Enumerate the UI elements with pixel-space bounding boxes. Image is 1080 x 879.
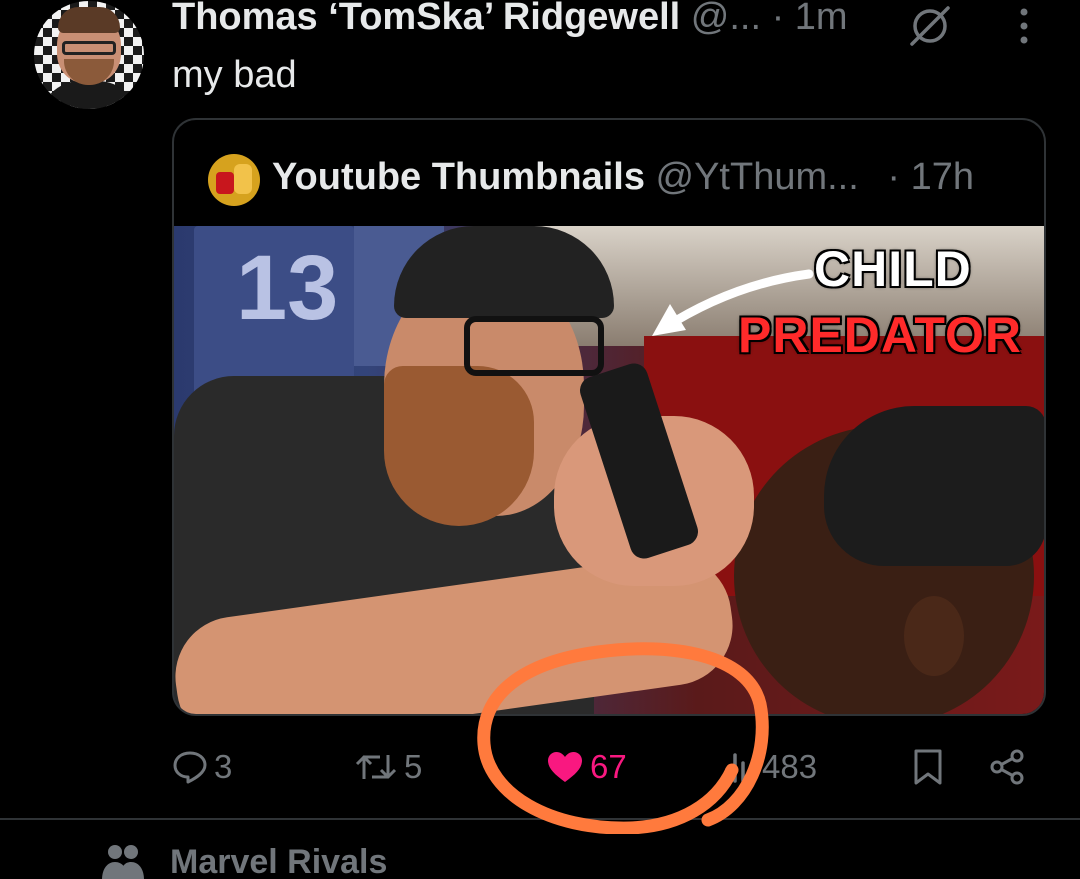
quote-header: Youtube Thumbnails @YtThum... · 17h [272,154,974,200]
views-count: 483 [762,748,818,785]
repost-icon [355,755,397,779]
reply-button[interactable]: 3 [172,744,232,790]
quote-author-handle[interactable]: @YtThum... [656,156,859,198]
tweet-time[interactable]: 1m [795,0,848,38]
more-options-icon[interactable] [1016,6,1032,46]
views-chart-icon [725,753,753,783]
thumbnail-caption-line2: PREDATOR [738,307,1022,363]
author-avatar[interactable] [34,1,144,109]
like-button[interactable]: 67 [546,744,627,790]
next-tweet-context[interactable]: Marvel Rivals [100,842,387,879]
share-icon [990,749,1024,785]
thumbnail-caption-line1: CHILD [814,241,972,297]
community-icon [102,845,144,879]
header-separator: · [771,0,785,38]
grok-icon[interactable] [906,2,954,50]
share-button[interactable] [988,744,1026,790]
reply-icon [173,751,207,784]
quote-tweet-card[interactable]: Youtube Thumbnails @YtThum... · 17h 13 C… [172,118,1046,716]
quote-author-name[interactable]: Youtube Thumbnails [272,156,645,198]
tweet-divider [0,818,1080,820]
views-button[interactable]: 483 [722,744,817,790]
author-name[interactable]: Thomas ‘TomSka’ Ridgewell [172,0,680,38]
jersey-number: 13 [236,237,339,339]
like-count: 67 [590,748,627,785]
bookmark-button[interactable] [912,744,944,790]
repost-button[interactable]: 5 [354,744,422,790]
quote-author-avatar[interactable] [208,154,260,206]
tweet-text: my bad [172,54,297,96]
tweet-screenshot: { "tweet": { "author_name": "Thomas ‘Tom… [0,0,1080,879]
quote-thumbnail-image[interactable]: 13 CHILD PREDATOR [174,226,1044,714]
community-label: Marvel Rivals [170,842,388,879]
author-handle[interactable]: @... [691,0,761,38]
repost-count: 5 [404,748,423,785]
reply-count: 3 [214,748,233,785]
quote-time[interactable]: · 17h [887,156,974,198]
heart-filled-icon [548,752,582,782]
bookmark-icon [914,749,942,785]
tweet-header: Thomas ‘TomSka’ Ridgewell @... · 1m [172,0,848,40]
